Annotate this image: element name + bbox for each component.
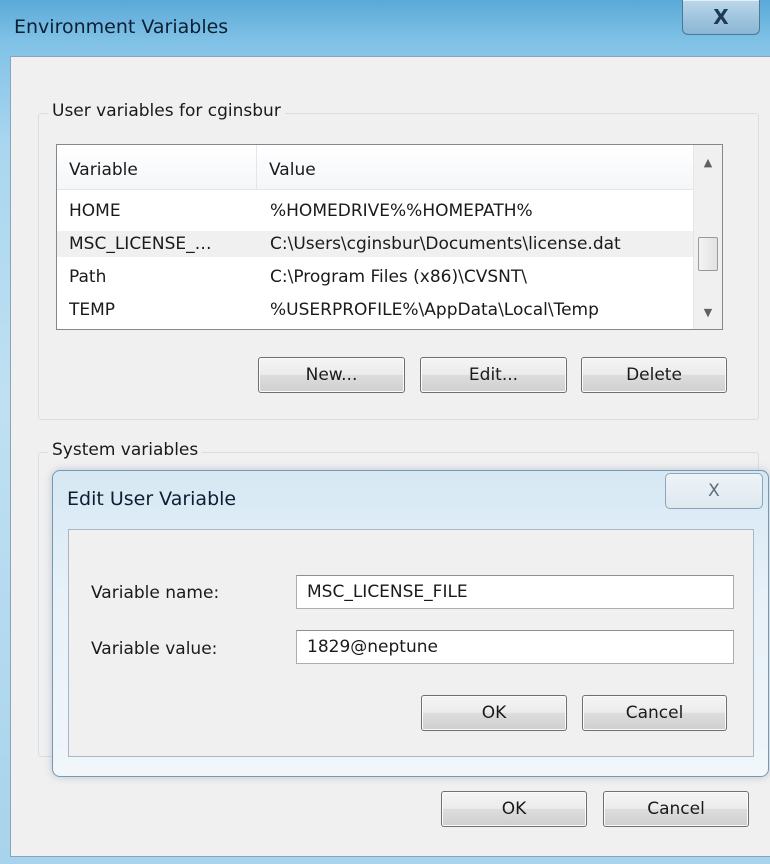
user-variables-list[interactable]: Variable Value HOME %HOMEDRIVE%%HOMEPATH… [56, 144, 723, 330]
variable-value-input[interactable] [296, 630, 734, 664]
variable-name-cell: HOME [69, 201, 121, 221]
variable-value-label: Variable value: [91, 639, 218, 659]
variable-value-cell: C:\Users\cginsbur\Documents\license.dat [270, 234, 621, 254]
chevron-down-icon: ▼ [703, 305, 713, 319]
variable-value-cell: %USERPROFILE%\AppData\Local\Temp [270, 300, 599, 320]
system-variables-label: System variables [48, 440, 203, 460]
new-variable-button[interactable]: New... [258, 357, 405, 393]
dialog-client-area: Variable name: Variable value: OK Cancel [68, 529, 754, 757]
variable-name-cell: Path [69, 267, 107, 287]
environment-variables-window: Environment Variables X User variables f… [0, 0, 770, 864]
scroll-thumb[interactable] [698, 237, 718, 271]
chevron-up-icon: ▲ [703, 155, 713, 169]
variable-name-cell: MSC_LICENSE_… [69, 234, 212, 254]
window-title: Environment Variables [14, 16, 229, 38]
window-close-button[interactable]: X [682, 0, 760, 35]
variable-name-input[interactable] [296, 575, 734, 609]
list-item[interactable]: HOME %HOMEDRIVE%%HOMEPATH% [57, 198, 693, 224]
column-header-value[interactable]: Value [257, 145, 693, 189]
list-item[interactable]: Path C:\Program Files (x86)\CVSNT\ [57, 264, 693, 290]
list-item-selected[interactable]: MSC_LICENSE_… C:\Users\cginsbur\Document… [57, 231, 693, 257]
close-icon: X [713, 5, 729, 29]
variable-value-cell: C:\Program Files (x86)\CVSNT\ [270, 267, 527, 287]
ok-button[interactable]: OK [441, 791, 587, 827]
variable-value-cell: %HOMEDRIVE%%HOMEPATH% [270, 201, 533, 221]
edit-user-variable-dialog: Edit User Variable X Variable name: Vari… [52, 470, 769, 777]
dialog-title: Edit User Variable [67, 488, 237, 510]
variable-name-label: Variable name: [91, 583, 220, 603]
dialog-cancel-button[interactable]: Cancel [582, 695, 727, 731]
dialog-close-button[interactable]: X [665, 473, 763, 509]
user-variables-label: User variables for cginsbur [48, 101, 285, 121]
cancel-button[interactable]: Cancel [603, 791, 749, 827]
vertical-scrollbar[interactable]: ▲ ▼ [693, 145, 722, 329]
close-icon: X [708, 481, 720, 501]
list-header: Variable Value [57, 145, 693, 190]
edit-variable-button[interactable]: Edit... [420, 357, 567, 393]
list-item[interactable]: TEMP %USERPROFILE%\AppData\Local\Temp [57, 297, 693, 323]
scroll-up-button[interactable]: ▲ [694, 147, 722, 177]
column-header-variable[interactable]: Variable [57, 145, 257, 189]
variable-name-cell: TEMP [69, 300, 116, 320]
dialog-ok-button[interactable]: OK [421, 695, 567, 731]
delete-variable-button[interactable]: Delete [581, 357, 727, 393]
scroll-down-button[interactable]: ▼ [694, 297, 722, 327]
